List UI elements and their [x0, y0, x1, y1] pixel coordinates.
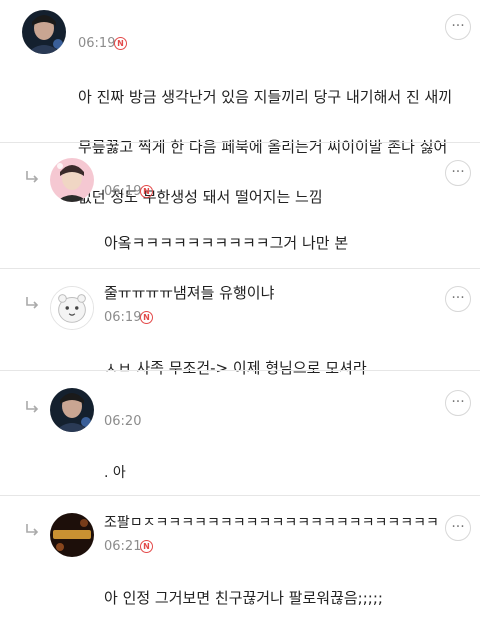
comment-line: 아옼ㅋㅋㅋㅋㅋㅋㅋㅋㅋㅋ그거 나만 본	[104, 234, 349, 252]
more-options-button[interactable]: ···	[445, 14, 471, 40]
more-options-button[interactable]: ···	[445, 390, 471, 416]
comment-line: 아 진짜 방금 생각난거 있음 지들끼리 당구 내기해서 진 새끼	[78, 88, 453, 106]
comment-line: . 아	[104, 465, 126, 481]
avatar[interactable]	[50, 388, 94, 432]
reply-arrow-icon	[26, 171, 39, 183]
comment-time: 06:19	[104, 310, 142, 325]
comment-feed: 06:19 N ··· 아 진짜 방금 생각난거 있음 지들끼리 당구 내기해서…	[0, 0, 480, 607]
comment-time: 06:19	[78, 36, 116, 51]
more-options-button[interactable]: ···	[445, 286, 471, 312]
comment-item: 06:19 N ··· 아 진짜 방금 생각난거 있음 지들끼리 당구 내기해서…	[0, 0, 480, 206]
new-badge-icon: N	[140, 540, 153, 553]
more-options-button[interactable]: ···	[445, 160, 471, 186]
avatar[interactable]	[50, 513, 94, 557]
avatar[interactable]	[50, 158, 94, 202]
avatar[interactable]	[22, 10, 66, 54]
comment-time: 06:19	[104, 184, 142, 199]
comment-line: 아 인정 그거보면 친구끊거나 팔로워끊음;;;;;	[104, 589, 383, 607]
comment-time: 06:20	[104, 414, 142, 425]
reply-arrow-icon	[26, 297, 39, 309]
comment-item: 06:19 N ··· 아옼ㅋㅋㅋㅋㅋㅋㅋㅋㅋㅋ그거 나만 본 줄ㅠㅠㅠㅠ냄져들…	[0, 142, 480, 302]
new-badge-icon: N	[140, 311, 153, 324]
avatar[interactable]	[50, 286, 94, 330]
comment-item: 06:20 ··· . 아 조팔ㅁㅈㅋㅋㅋㅋㅋㅋㅋㅋㅋㅋㅋㅋㅋㅋㅋㅋㅋㅋㅋㅋㅋㅋ	[0, 370, 480, 531]
comment-text: 아 인정 그거보면 친구끊거나 팔로워끊음;;;;;	[104, 561, 383, 636]
reply-arrow-icon	[26, 524, 39, 536]
reply-arrow-icon	[26, 401, 39, 413]
new-badge-icon: N	[114, 37, 127, 50]
more-options-button[interactable]: ···	[445, 515, 471, 541]
comment-item: 06:21 N ··· 아 인정 그거보면 친구끊거나 팔로워끊음;;;;;	[0, 495, 480, 607]
comment-item: 06:19 N ··· ㅅㅂ 사족 무조건-> 이제 형님으로 모셔라	[0, 268, 480, 377]
comment-time: 06:21	[104, 539, 142, 554]
new-badge-icon: N	[140, 185, 153, 198]
